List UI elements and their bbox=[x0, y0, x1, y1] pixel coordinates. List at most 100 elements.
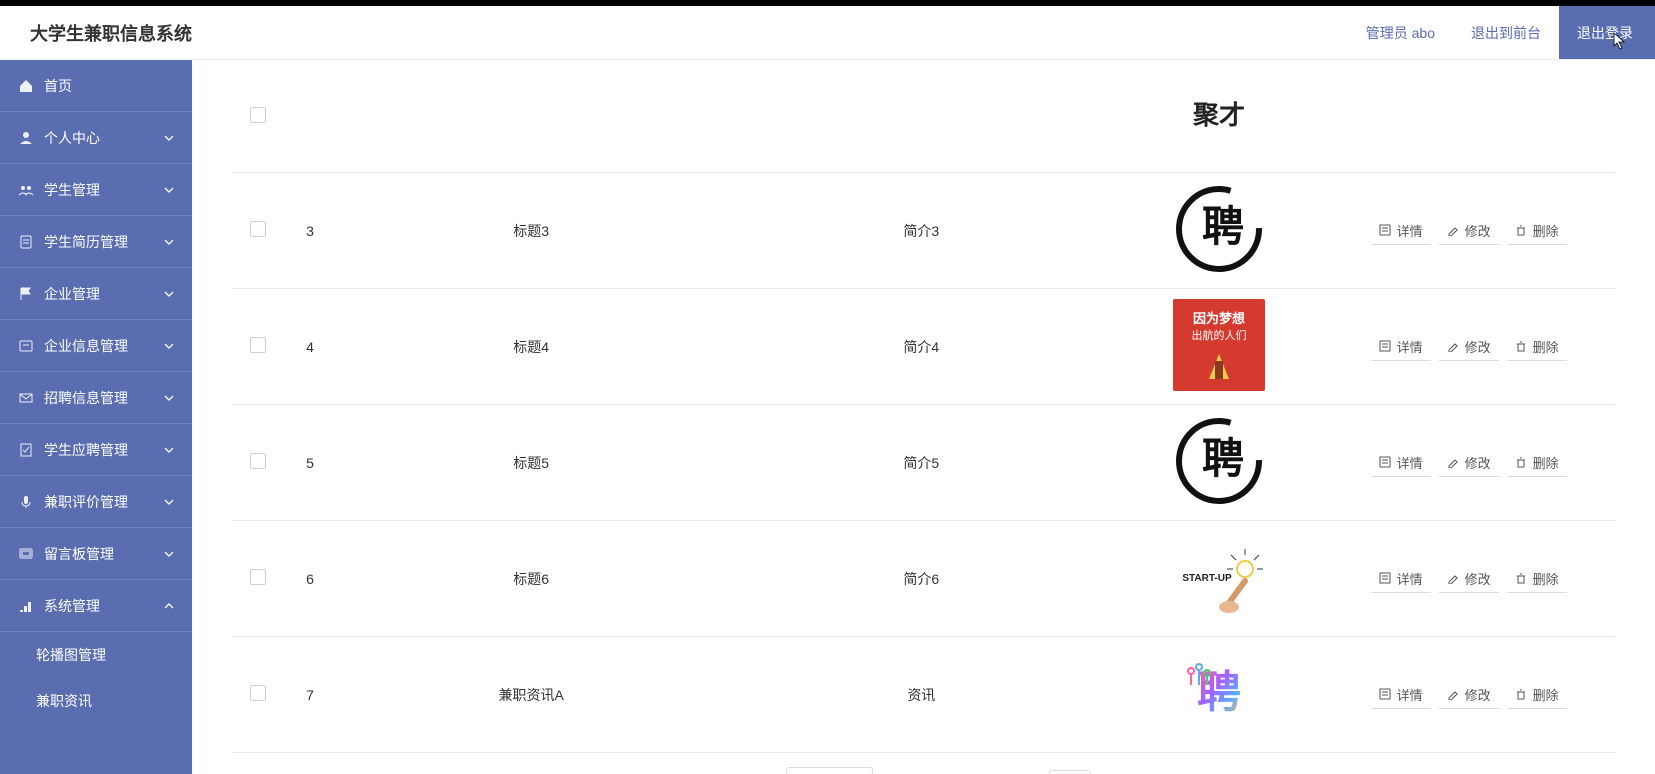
edit-button[interactable]: 修改 bbox=[1439, 681, 1499, 709]
sidebar-item-8[interactable]: 兼职评价管理 bbox=[0, 476, 192, 528]
pagination: 共 7 条 10条/页 1 前往 页 bbox=[232, 753, 1615, 774]
trash-icon bbox=[1515, 572, 1527, 584]
edit-icon bbox=[1447, 224, 1459, 236]
row-thumbnail: 因为梦想出航的人们 bbox=[1173, 299, 1265, 391]
sidebar-item-5[interactable]: 企业信息管理 bbox=[0, 320, 192, 372]
header-right: 管理员 abo 退出到前台 退出登录 bbox=[1348, 6, 1655, 59]
app-title: 大学生兼职信息系统 bbox=[30, 20, 192, 46]
trash-icon bbox=[1515, 688, 1527, 700]
row-actions: 详情 修改删除 bbox=[1322, 173, 1615, 289]
trash-icon bbox=[1515, 224, 1527, 236]
delete-button[interactable]: 删除 bbox=[1507, 333, 1567, 361]
trash-icon bbox=[1515, 340, 1527, 352]
svg-text:START-UP: START-UP bbox=[1183, 573, 1233, 584]
row-checkbox[interactable] bbox=[250, 337, 266, 353]
detail-button[interactable]: 详情 bbox=[1371, 217, 1431, 245]
svg-text:聘: 聘 bbox=[1202, 436, 1244, 483]
table-row: 7兼职资讯A资讯聘详情修改删除 bbox=[232, 637, 1615, 753]
apply-icon bbox=[18, 442, 34, 458]
delete-label: 删除 bbox=[1533, 685, 1559, 704]
detail-label: 详情 bbox=[1397, 337, 1423, 356]
layout: 首页个人中心学生管理学生简历管理企业管理企业信息管理招聘信息管理学生应聘管理兼职… bbox=[0, 60, 1655, 774]
row-actions: 详情 修改删除 bbox=[1322, 521, 1615, 637]
board-icon bbox=[18, 546, 34, 562]
row-checkbox[interactable] bbox=[250, 453, 266, 469]
row-title: 标题3 bbox=[336, 173, 726, 289]
sidebar-item-7[interactable]: 学生应聘管理 bbox=[0, 424, 192, 476]
sidebar-label: 企业管理 bbox=[44, 284, 164, 304]
chevron-down-icon bbox=[164, 341, 174, 351]
row-thumbnail: 聘 bbox=[1173, 415, 1265, 507]
row-checkbox[interactable] bbox=[250, 107, 266, 123]
delete-button[interactable]: 删除 bbox=[1507, 681, 1567, 709]
edit-icon bbox=[1447, 340, 1459, 352]
chevron-down-icon bbox=[164, 185, 174, 195]
chevron-down-icon bbox=[164, 133, 174, 143]
edit-button[interactable]: 修改 bbox=[1439, 449, 1499, 477]
sidebar-item-3[interactable]: 学生简历管理 bbox=[0, 216, 192, 268]
row-intro: 简介6 bbox=[726, 521, 1116, 637]
user-icon bbox=[18, 130, 34, 146]
detail-button[interactable]: 详情 bbox=[1371, 333, 1431, 361]
sidebar-item-1[interactable]: 个人中心 bbox=[0, 112, 192, 164]
detail-button[interactable]: 详情 bbox=[1371, 449, 1431, 477]
chevron-down-icon bbox=[164, 393, 174, 403]
row-index: 3 bbox=[284, 173, 336, 289]
row-intro: 资讯 bbox=[726, 637, 1116, 753]
row-intro: 简介3 bbox=[726, 173, 1116, 289]
home-icon bbox=[18, 78, 34, 94]
header: 大学生兼职信息系统 管理员 abo 退出到前台 退出登录 bbox=[0, 6, 1655, 60]
row-index bbox=[284, 60, 336, 173]
flag-icon bbox=[18, 286, 34, 302]
edit-button[interactable]: 修改 bbox=[1439, 217, 1499, 245]
svg-text:出航的人们: 出航的人们 bbox=[1192, 328, 1247, 342]
svg-text:聚才: 聚才 bbox=[1192, 101, 1245, 130]
mic-icon bbox=[18, 494, 34, 510]
table-row: 5标题5简介5聘详情修改删除 bbox=[232, 405, 1615, 521]
row-thumbnail: 聘 bbox=[1173, 647, 1265, 739]
edit-button[interactable]: 修改 bbox=[1439, 333, 1499, 361]
exit-front-link[interactable]: 退出到前台 bbox=[1453, 6, 1559, 59]
pager-per-page-select[interactable]: 10条/页 bbox=[786, 767, 873, 774]
edit-label: 修改 bbox=[1465, 221, 1491, 240]
row-title: 标题4 bbox=[336, 289, 726, 405]
edit-icon bbox=[1447, 572, 1459, 584]
row-actions: 详情修改删除 bbox=[1322, 405, 1615, 521]
pager-goto-input[interactable] bbox=[1049, 770, 1091, 774]
table-row: 聚才 bbox=[232, 60, 1615, 173]
sidebar-item-2[interactable]: 学生管理 bbox=[0, 164, 192, 216]
detail-button[interactable]: 详情 bbox=[1371, 565, 1431, 593]
delete-button[interactable]: 删除 bbox=[1507, 449, 1567, 477]
sidebar-item-9[interactable]: 留言板管理 bbox=[0, 528, 192, 580]
sidebar-item-6[interactable]: 招聘信息管理 bbox=[0, 372, 192, 424]
detail-icon bbox=[1379, 572, 1391, 584]
row-checkbox[interactable] bbox=[250, 221, 266, 237]
sidebar-sub-label: 兼职资讯 bbox=[36, 691, 174, 711]
row-actions: 详情修改删除 bbox=[1322, 289, 1615, 405]
edit-label: 修改 bbox=[1465, 569, 1491, 588]
delete-button[interactable]: 删除 bbox=[1507, 565, 1567, 593]
sidebar-label: 学生管理 bbox=[44, 180, 164, 200]
info-icon bbox=[18, 338, 34, 354]
edit-button[interactable]: 修改 bbox=[1439, 565, 1499, 593]
edit-label: 修改 bbox=[1465, 685, 1491, 704]
detail-label: 详情 bbox=[1397, 569, 1423, 588]
sidebar-label: 招聘信息管理 bbox=[44, 388, 164, 408]
admin-link[interactable]: 管理员 abo bbox=[1348, 6, 1453, 59]
row-title: 标题6 bbox=[336, 521, 726, 637]
row-checkbox[interactable] bbox=[250, 569, 266, 585]
detail-button[interactable]: 详情 bbox=[1371, 681, 1431, 709]
sidebar-item-10[interactable]: 系统管理 bbox=[0, 580, 192, 632]
row-actions: 详情 修改 删除 bbox=[1322, 637, 1615, 753]
logout-link[interactable]: 退出登录 bbox=[1559, 6, 1655, 59]
sidebar-item-0[interactable]: 首页 bbox=[0, 60, 192, 112]
edit-icon bbox=[1447, 688, 1459, 700]
delete-button[interactable]: 删除 bbox=[1507, 217, 1567, 245]
chevron-down-icon bbox=[164, 445, 174, 455]
sidebar-item-4[interactable]: 企业管理 bbox=[0, 268, 192, 320]
row-intro: 简介4 bbox=[726, 289, 1116, 405]
sidebar-label: 系统管理 bbox=[44, 596, 164, 616]
row-checkbox[interactable] bbox=[250, 685, 266, 701]
sidebar-subitem-0[interactable]: 轮播图管理 bbox=[0, 632, 192, 678]
sidebar-subitem-1[interactable]: 兼职资讯 bbox=[0, 678, 192, 724]
